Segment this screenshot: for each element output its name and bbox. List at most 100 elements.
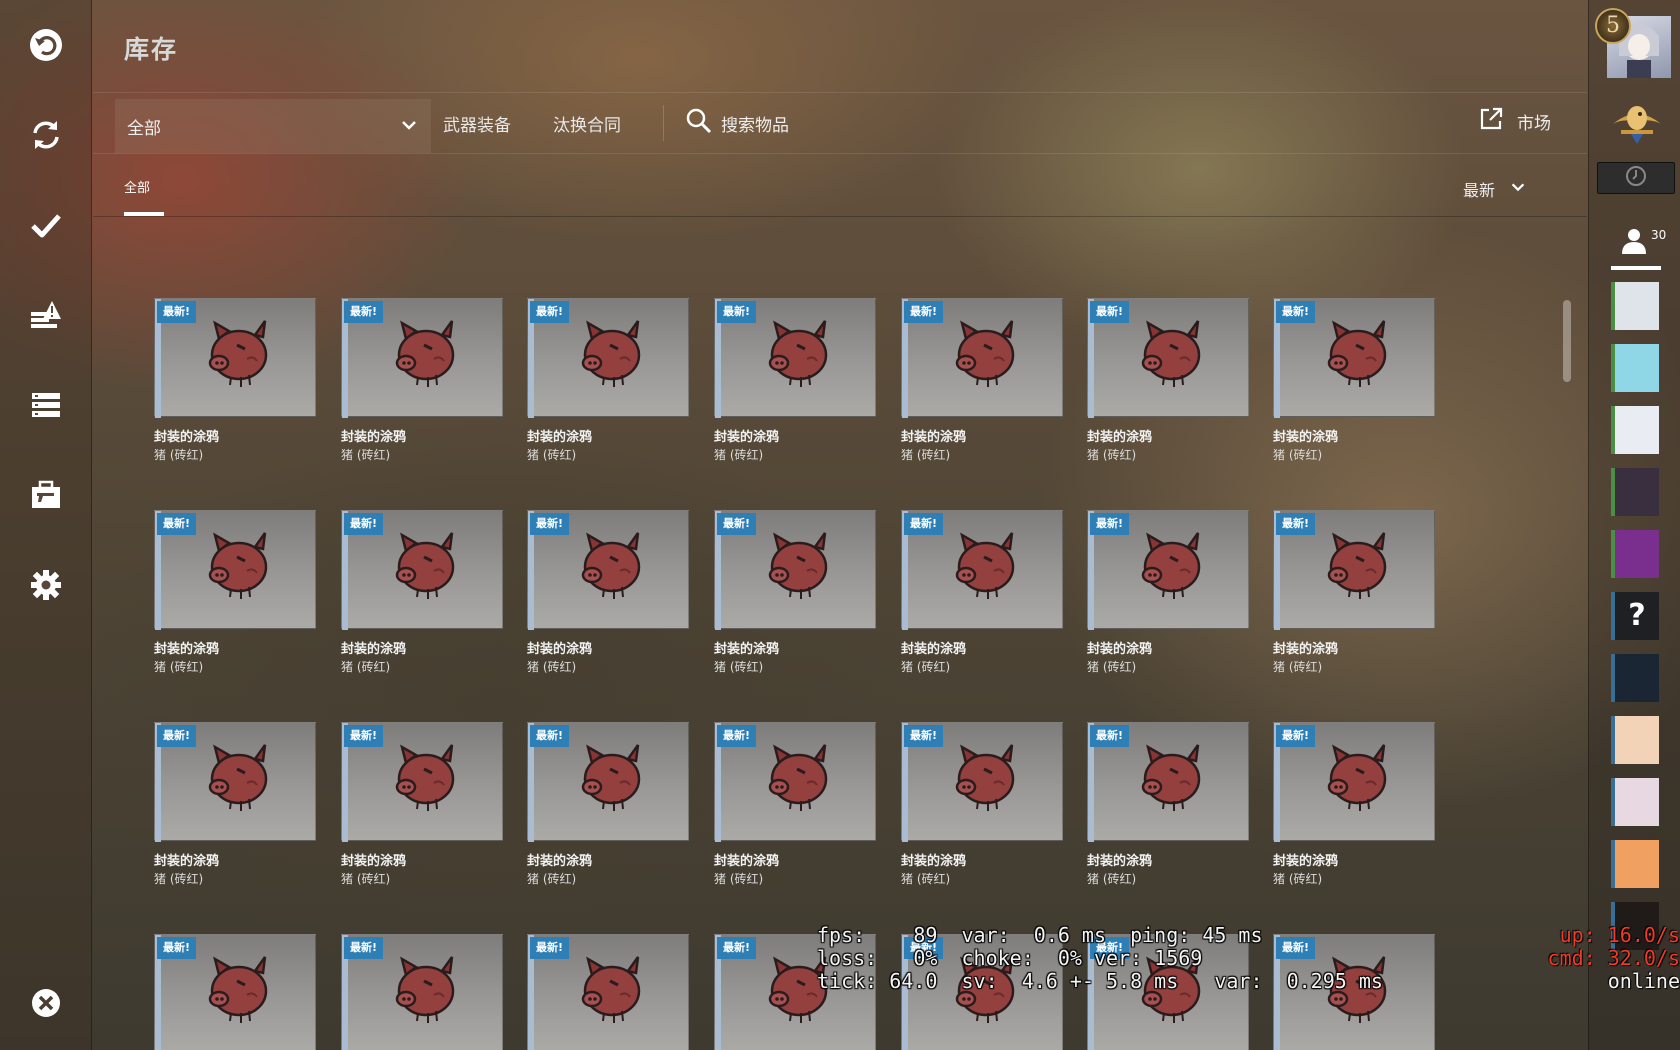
subbar: 全部 最新 <box>93 155 1587 217</box>
item-card: 最新! <box>154 934 316 1050</box>
item-card: 最新! <box>1273 298 1435 418</box>
item-card: 最新! <box>714 298 876 418</box>
item-name: 封装的涂鸦 <box>154 642 220 657</box>
pig-graffiti-icon <box>1134 739 1210 815</box>
item-name: 封装的涂鸦 <box>1273 430 1339 445</box>
item-subname: 猪 (砖红) <box>901 448 951 462</box>
toolbar: 全部 武器装备 汰换合同 搜索物品 市场 <box>93 92 1587 154</box>
briefcase-icon[interactable] <box>21 470 71 520</box>
pig-graffiti-icon <box>1320 527 1396 603</box>
toolbar-divider <box>663 105 664 141</box>
item-subname: 猪 (砖红) <box>341 660 391 674</box>
friends-icon[interactable] <box>1619 226 1649 260</box>
new-badge: 最新! <box>1090 301 1130 323</box>
alert-list-icon[interactable] <box>21 290 71 340</box>
gear-icon[interactable] <box>21 560 71 610</box>
chevron-down-icon <box>399 115 419 139</box>
weapons-button[interactable]: 武器装备 <box>443 111 511 136</box>
new-badge: 最新! <box>1090 513 1130 535</box>
item-subname: 猪 (砖红) <box>901 660 951 674</box>
blonde-avatar[interactable] <box>1611 716 1659 764</box>
friends-tab-indicator <box>1611 266 1661 270</box>
new-badge: 最新! <box>1090 725 1130 747</box>
new-badge: 最新! <box>344 725 384 747</box>
pig-graffiti-icon <box>201 951 277 1027</box>
chevron-down-icon <box>1509 178 1527 200</box>
item-card: 最新! <box>341 722 503 842</box>
item-card: 最新! <box>901 298 1063 418</box>
new-badge: 最新! <box>157 513 197 535</box>
net-graph-rates: up: 16.0/s cmd: 32.0/s online <box>1548 924 1680 993</box>
item-subname: 猪 (砖红) <box>714 660 764 674</box>
net-graph-line2: loss: 0% choke: 0% ver: 1569 <box>817 946 1203 970</box>
item-subname: 猪 (砖红) <box>714 872 764 886</box>
new-badge: 最新! <box>1276 513 1316 535</box>
checkmark-icon[interactable] <box>21 200 71 250</box>
pig-graffiti-icon <box>388 315 464 391</box>
new-badge: 最新! <box>904 301 944 323</box>
pig-graffiti-icon <box>201 527 277 603</box>
net-graph-status: online <box>1607 969 1680 993</box>
sort-dropdown[interactable]: 最新 <box>1463 177 1527 201</box>
list-icon[interactable] <box>21 380 71 430</box>
refresh-icon[interactable] <box>21 110 71 160</box>
item-subname: 猪 (砖红) <box>154 872 204 886</box>
scrollbar[interactable] <box>1563 300 1571 382</box>
anime-girl-avatar[interactable] <box>1611 406 1659 454</box>
new-badge: 最新! <box>530 301 570 323</box>
search-button[interactable]: 搜索物品 <box>685 105 789 141</box>
new-badge: 最新! <box>1276 725 1316 747</box>
page-title: 库存 <box>124 35 179 64</box>
item-name: 封装的涂鸦 <box>341 642 407 657</box>
fox-girl-avatar[interactable] <box>1611 840 1659 888</box>
pig-graffiti-icon <box>948 315 1024 391</box>
pig-avatar[interactable] <box>1611 344 1659 392</box>
tab-all[interactable]: 全部 <box>124 177 150 196</box>
item-card: 最新! <box>1087 722 1249 842</box>
close-icon[interactable] <box>21 978 71 1028</box>
net-graph: fps: 89 var: 0.6 ms ping: 45 ms loss: 0% … <box>817 924 1383 993</box>
new-badge: 最新! <box>344 513 384 535</box>
item-card: 最新! <box>527 510 689 630</box>
item-name: 封装的涂鸦 <box>714 642 780 657</box>
item-subname: 猪 (砖红) <box>527 872 577 886</box>
main-area: 库存 全部 武器装备 汰换合同 搜索物品 市场 全部 最新 最新! 封装的涂鸦 … <box>93 0 1587 1050</box>
pig-graffiti-icon <box>1320 315 1396 391</box>
item-card: 最新! <box>901 510 1063 630</box>
penguin-avatar[interactable] <box>1611 282 1659 330</box>
item-subname: 猪 (砖红) <box>527 660 577 674</box>
clock-button[interactable] <box>1597 162 1675 194</box>
clock-icon <box>1625 165 1647 191</box>
net-graph-line1: fps: 89 var: 0.6 ms ping: 45 ms <box>817 923 1263 947</box>
unknown-avatar[interactable]: ? <box>1611 592 1659 640</box>
new-badge: 最新! <box>157 725 197 747</box>
dark-girl-avatar[interactable] <box>1611 468 1659 516</box>
pig-graffiti-icon <box>948 527 1024 603</box>
purple-girl-avatar[interactable] <box>1611 530 1659 578</box>
item-subname: 猪 (砖红) <box>341 448 391 462</box>
item-name: 封装的涂鸦 <box>527 642 593 657</box>
new-badge: 最新! <box>717 725 757 747</box>
pink-girl-avatar[interactable] <box>1611 778 1659 826</box>
item-name: 封装的涂鸦 <box>341 430 407 445</box>
market-button[interactable]: 市场 <box>1479 107 1551 135</box>
space-avatar[interactable] <box>1611 654 1659 702</box>
category-dropdown[interactable]: 全部 <box>115 99 431 153</box>
market-label: 市场 <box>1517 113 1551 134</box>
item-subname: 猪 (砖红) <box>1087 448 1137 462</box>
item-card: 最新! <box>341 298 503 418</box>
item-name: 封装的涂鸦 <box>1273 854 1339 869</box>
pig-graffiti-icon <box>761 527 837 603</box>
item-card: 最新! <box>527 934 689 1050</box>
pig-graffiti-icon <box>761 315 837 391</box>
back-icon[interactable] <box>21 20 71 70</box>
pig-graffiti-icon <box>948 739 1024 815</box>
sort-label: 最新 <box>1462 181 1495 200</box>
item-name: 封装的涂鸦 <box>1087 642 1153 657</box>
new-badge: 最新! <box>157 301 197 323</box>
item-card: 最新! <box>527 722 689 842</box>
item-card: 最新! <box>1087 510 1249 630</box>
friends-count: 30 <box>1651 228 1667 242</box>
tradeup-button[interactable]: 汰换合同 <box>553 111 621 136</box>
new-badge: 最新! <box>530 937 570 959</box>
